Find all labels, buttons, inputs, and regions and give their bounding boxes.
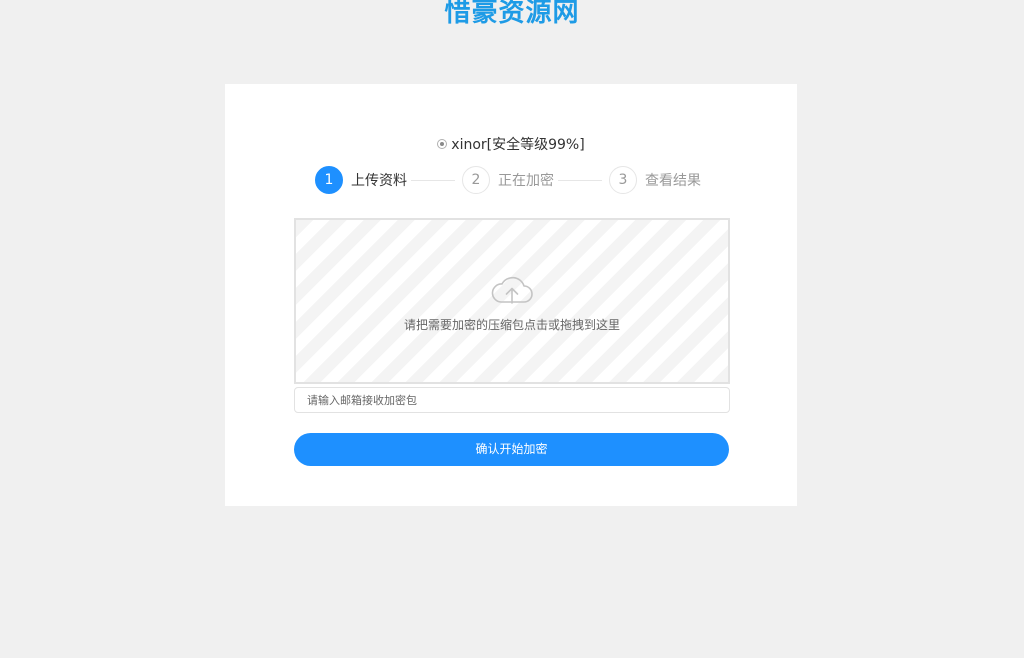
site-logo: 惜豪资源网 — [444, 0, 580, 28]
security-option-label: xinor[安全等级99%] — [451, 137, 585, 153]
radio-selected-icon[interactable] — [437, 138, 448, 149]
step-label: 上传资料 — [351, 173, 407, 189]
start-encrypt-button[interactable]: 确认开始加密 — [294, 433, 729, 466]
file-dropzone[interactable]: 请把需要加密的压缩包点击或拖拽到这里 — [294, 218, 730, 384]
step-number: 1 — [315, 166, 343, 194]
step-number: 2 — [462, 166, 490, 194]
step-label: 查看结果 — [645, 173, 701, 189]
security-option[interactable]: xinor[安全等级99%] — [225, 136, 797, 154]
step-number: 3 — [609, 166, 637, 194]
step-connector — [411, 180, 455, 181]
step-connector — [558, 180, 602, 181]
dropzone-hint: 请把需要加密的压缩包点击或拖拽到这里 — [403, 318, 620, 332]
step-label: 正在加密 — [498, 173, 554, 189]
step-result: 3 查看结果 — [609, 166, 701, 194]
step-encrypting: 2 正在加密 — [462, 166, 554, 194]
cloud-upload-icon — [491, 276, 533, 304]
email-field[interactable] — [294, 387, 730, 413]
step-upload: 1 上传资料 — [315, 166, 407, 194]
encrypt-card: xinor[安全等级99%] 1 上传资料 2 正在加密 3 查看结果 请把需要… — [225, 84, 797, 506]
